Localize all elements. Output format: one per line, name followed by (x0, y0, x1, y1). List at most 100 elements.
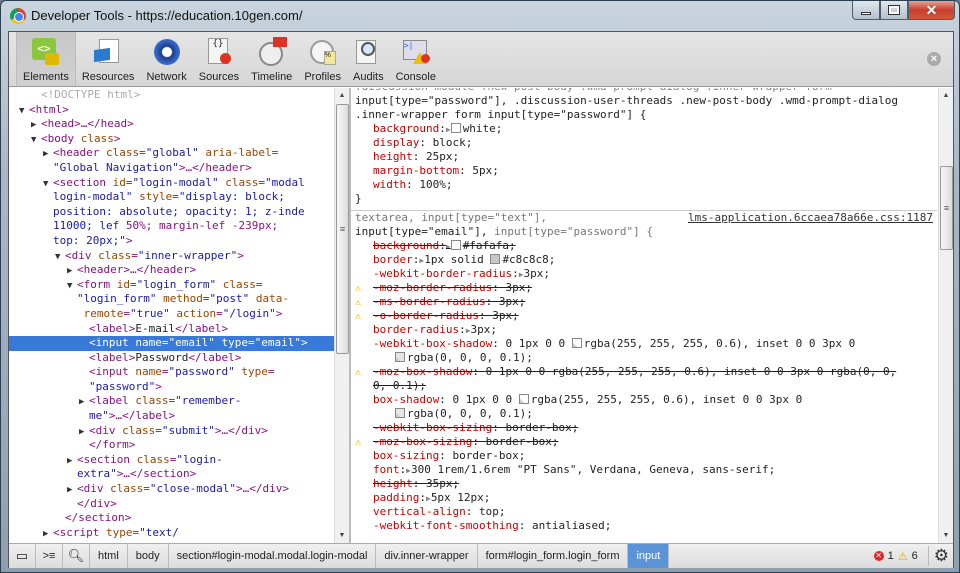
css-property[interactable]: -webkit-box-shadow: 0 1px 0 0 rgba(255, … (351, 337, 937, 351)
css-property-value[interactable]: 3px; (499, 295, 526, 308)
breadcrumb-item[interactable]: body (128, 544, 169, 568)
css-property-value[interactable]: rgba(255, 255, 255, 0.6), inset 0 0 3px … (531, 393, 803, 406)
css-property-name[interactable]: -o-border-radius (373, 309, 479, 322)
css-property[interactable]: box-shadow: 0 1px 0 0 rgba(255, 255, 255… (351, 393, 937, 407)
css-property[interactable]: box-sizing: border-box; (351, 449, 937, 463)
css-property-value[interactable]: 3px; (492, 309, 519, 322)
breadcrumb-item[interactable]: div.inner-wrapper (376, 544, 478, 568)
expand-triangle-icon[interactable]: ▶ (79, 395, 89, 410)
css-property-value[interactable]: #fafafa; (463, 239, 516, 252)
tab-network[interactable]: Network (140, 32, 192, 86)
stylesheet-link[interactable]: lms-application.6ccaea78a66e.css:1187 (688, 211, 933, 225)
collapse-triangle-icon[interactable]: ▼ (67, 279, 77, 294)
css-property[interactable]: -webkit-border-radius:▶3px; (351, 267, 937, 281)
css-property-name[interactable]: display (373, 136, 419, 149)
css-property-name[interactable]: -ms-border-radius (373, 295, 486, 308)
css-property-value[interactable]: 5px 12px; (431, 491, 491, 504)
css-property[interactable]: background:▶ #fafafa; (351, 239, 937, 253)
expand-triangle-icon[interactable]: ▶ (67, 264, 77, 279)
dom-node-line[interactable]: <!DOCTYPE html> (9, 88, 334, 103)
css-property-value[interactable]: 25px; (426, 150, 459, 163)
css-property[interactable]: font:▶300 1rem/1.6rem "PT Sans", Verdana… (351, 463, 937, 477)
css-property-value[interactable]: 0 1px 0 0 rgba(255, 255, 255, 0.6), inse… (486, 365, 897, 378)
dom-tree-scrollbar[interactable]: ▲ ≡ ▼ (334, 88, 349, 543)
css-property[interactable]: border-radius:▶3px; (351, 323, 937, 337)
collapse-triangle-icon[interactable]: ▼ (31, 133, 41, 148)
dom-node-line[interactable]: ▼ <div class="inner-wrapper"> (9, 249, 334, 264)
css-property-value[interactable]: 100%; (419, 178, 452, 191)
css-property-value[interactable]: border-box; (486, 435, 559, 448)
css-property-value[interactable]: 3px; (471, 323, 498, 336)
css-property-value[interactable]: 0 1px 0 0 (452, 393, 518, 406)
dom-node-line[interactable]: ▶ <header class="global" aria-label= (9, 146, 334, 161)
css-property-value[interactable]: block; (433, 136, 473, 149)
scroll-down-arrow[interactable]: ▼ (335, 528, 349, 543)
title-bar[interactable]: Developer Tools - https://education.10ge… (1, 1, 959, 31)
styles-pane[interactable]: .discussion-module .new-post-body .wmd-p… (351, 88, 937, 543)
css-property[interactable]: height: 35px; (351, 477, 937, 491)
css-property-value[interactable]: border-box; (452, 449, 525, 462)
close-drawer-button[interactable]: × (927, 52, 941, 66)
selected-dom-node[interactable]: <input name="email" type="email"> (9, 336, 334, 351)
css-property-value[interactable]: 3px; (505, 281, 532, 294)
dom-node-line[interactable]: ▶ <label class="remember- (9, 394, 334, 409)
css-property-name[interactable]: background (373, 239, 439, 252)
css-property[interactable]: display: block; (351, 136, 937, 150)
css-property[interactable]: margin-bottom: 5px; (351, 164, 937, 178)
search-button[interactable]: 🔍︎ (63, 544, 90, 568)
breadcrumb-item[interactable]: section#login-modal.modal.login-modal (169, 544, 377, 568)
minimize-button[interactable] (852, 1, 880, 20)
css-property[interactable]: ⚠ -moz-box-shadow: 0 1px 0 0 rgba(255, 25… (351, 365, 937, 379)
dom-node-line[interactable]: top: 20px;"> (9, 234, 334, 249)
css-property-value[interactable]: 1px solid (424, 253, 490, 266)
css-property-name[interactable]: box-sizing (373, 449, 439, 462)
collapse-triangle-icon[interactable]: ▼ (19, 104, 29, 119)
dom-node-line[interactable]: <label>Password</label> (9, 351, 334, 366)
dom-node-line[interactable]: ▶ <header>…</header> (9, 263, 334, 278)
css-property[interactable]: -webkit-font-smoothing: antialiased; (351, 519, 937, 533)
tab-sources[interactable]: {} Sources (193, 32, 245, 86)
css-property[interactable]: ⚠ -moz-box-sizing: border-box; (351, 435, 937, 449)
css-property-name[interactable]: -webkit-box-shadow (373, 337, 492, 350)
css-property-name[interactable]: -webkit-font-smoothing (373, 519, 519, 532)
css-property[interactable]: ⚠ -ms-border-radius: 3px; (351, 295, 937, 309)
css-property[interactable]: width: 100%; (351, 178, 937, 192)
dom-node-line[interactable]: login-modal" style="display: block; (9, 190, 334, 205)
expand-triangle-icon[interactable]: ▶ (79, 425, 89, 440)
scroll-down-arrow[interactable]: ▼ (939, 528, 953, 543)
css-property-value[interactable]: 0 1px 0 0 (505, 337, 571, 350)
css-property-name[interactable]: vertical-align (373, 505, 466, 518)
css-property-name[interactable]: border-radius (373, 323, 459, 336)
dom-node-line[interactable]: </section> (9, 511, 334, 526)
styles-scrollbar[interactable]: ▲ ≡ ▼ (938, 88, 953, 543)
css-property-name[interactable]: -webkit-border-radius (373, 267, 512, 280)
dom-node-line[interactable]: ▶ <div class="submit">…</div> (9, 424, 334, 439)
expand-triangle-icon[interactable]: ▶ (67, 454, 77, 469)
collapse-triangle-icon[interactable]: ▼ (55, 250, 65, 265)
css-property-value[interactable]: 300 1rem/1.6rem "PT Sans", Verdana, Gene… (411, 463, 775, 476)
css-property[interactable]: height: 25px; (351, 150, 937, 164)
css-property-value[interactable]: 0, 0.1); (373, 379, 426, 392)
css-property-value[interactable]: antialiased; (532, 519, 611, 532)
css-property[interactable]: ⚠ -moz-border-radius: 3px; (351, 281, 937, 295)
css-property[interactable]: ⚠ -o-border-radius: 3px; (351, 309, 937, 323)
dom-node-line[interactable]: "password"> (9, 380, 334, 395)
dom-node-line[interactable]: ▶ <section class="login- (9, 453, 334, 468)
css-property-value[interactable]: top; (479, 505, 506, 518)
expand-triangle-icon[interactable]: ▶ (43, 147, 53, 162)
error-count[interactable]: 1 (888, 550, 894, 562)
expand-triangle-icon[interactable]: ▶ (43, 527, 53, 542)
color-swatch[interactable] (395, 408, 405, 418)
dom-node-line[interactable]: </div> (9, 497, 334, 512)
css-property-name[interactable]: font (373, 463, 400, 476)
css-property-name[interactable]: background (373, 122, 439, 135)
css-property-name[interactable]: -moz-box-shadow (373, 365, 472, 378)
css-property-value[interactable]: rgba(0, 0, 0, 0.1); (407, 407, 533, 420)
breadcrumb-item[interactable]: html (90, 544, 128, 568)
collapse-triangle-icon[interactable]: ▼ (43, 177, 53, 192)
css-property-value[interactable]: #c8c8c8; (502, 253, 555, 266)
dom-node-line[interactable]: ▼ <html> (9, 103, 334, 118)
scroll-thumb[interactable]: ≡ (336, 104, 349, 354)
css-property[interactable]: background:▶ white; (351, 122, 937, 136)
css-property-name[interactable]: -webkit-box-sizing (373, 421, 492, 434)
